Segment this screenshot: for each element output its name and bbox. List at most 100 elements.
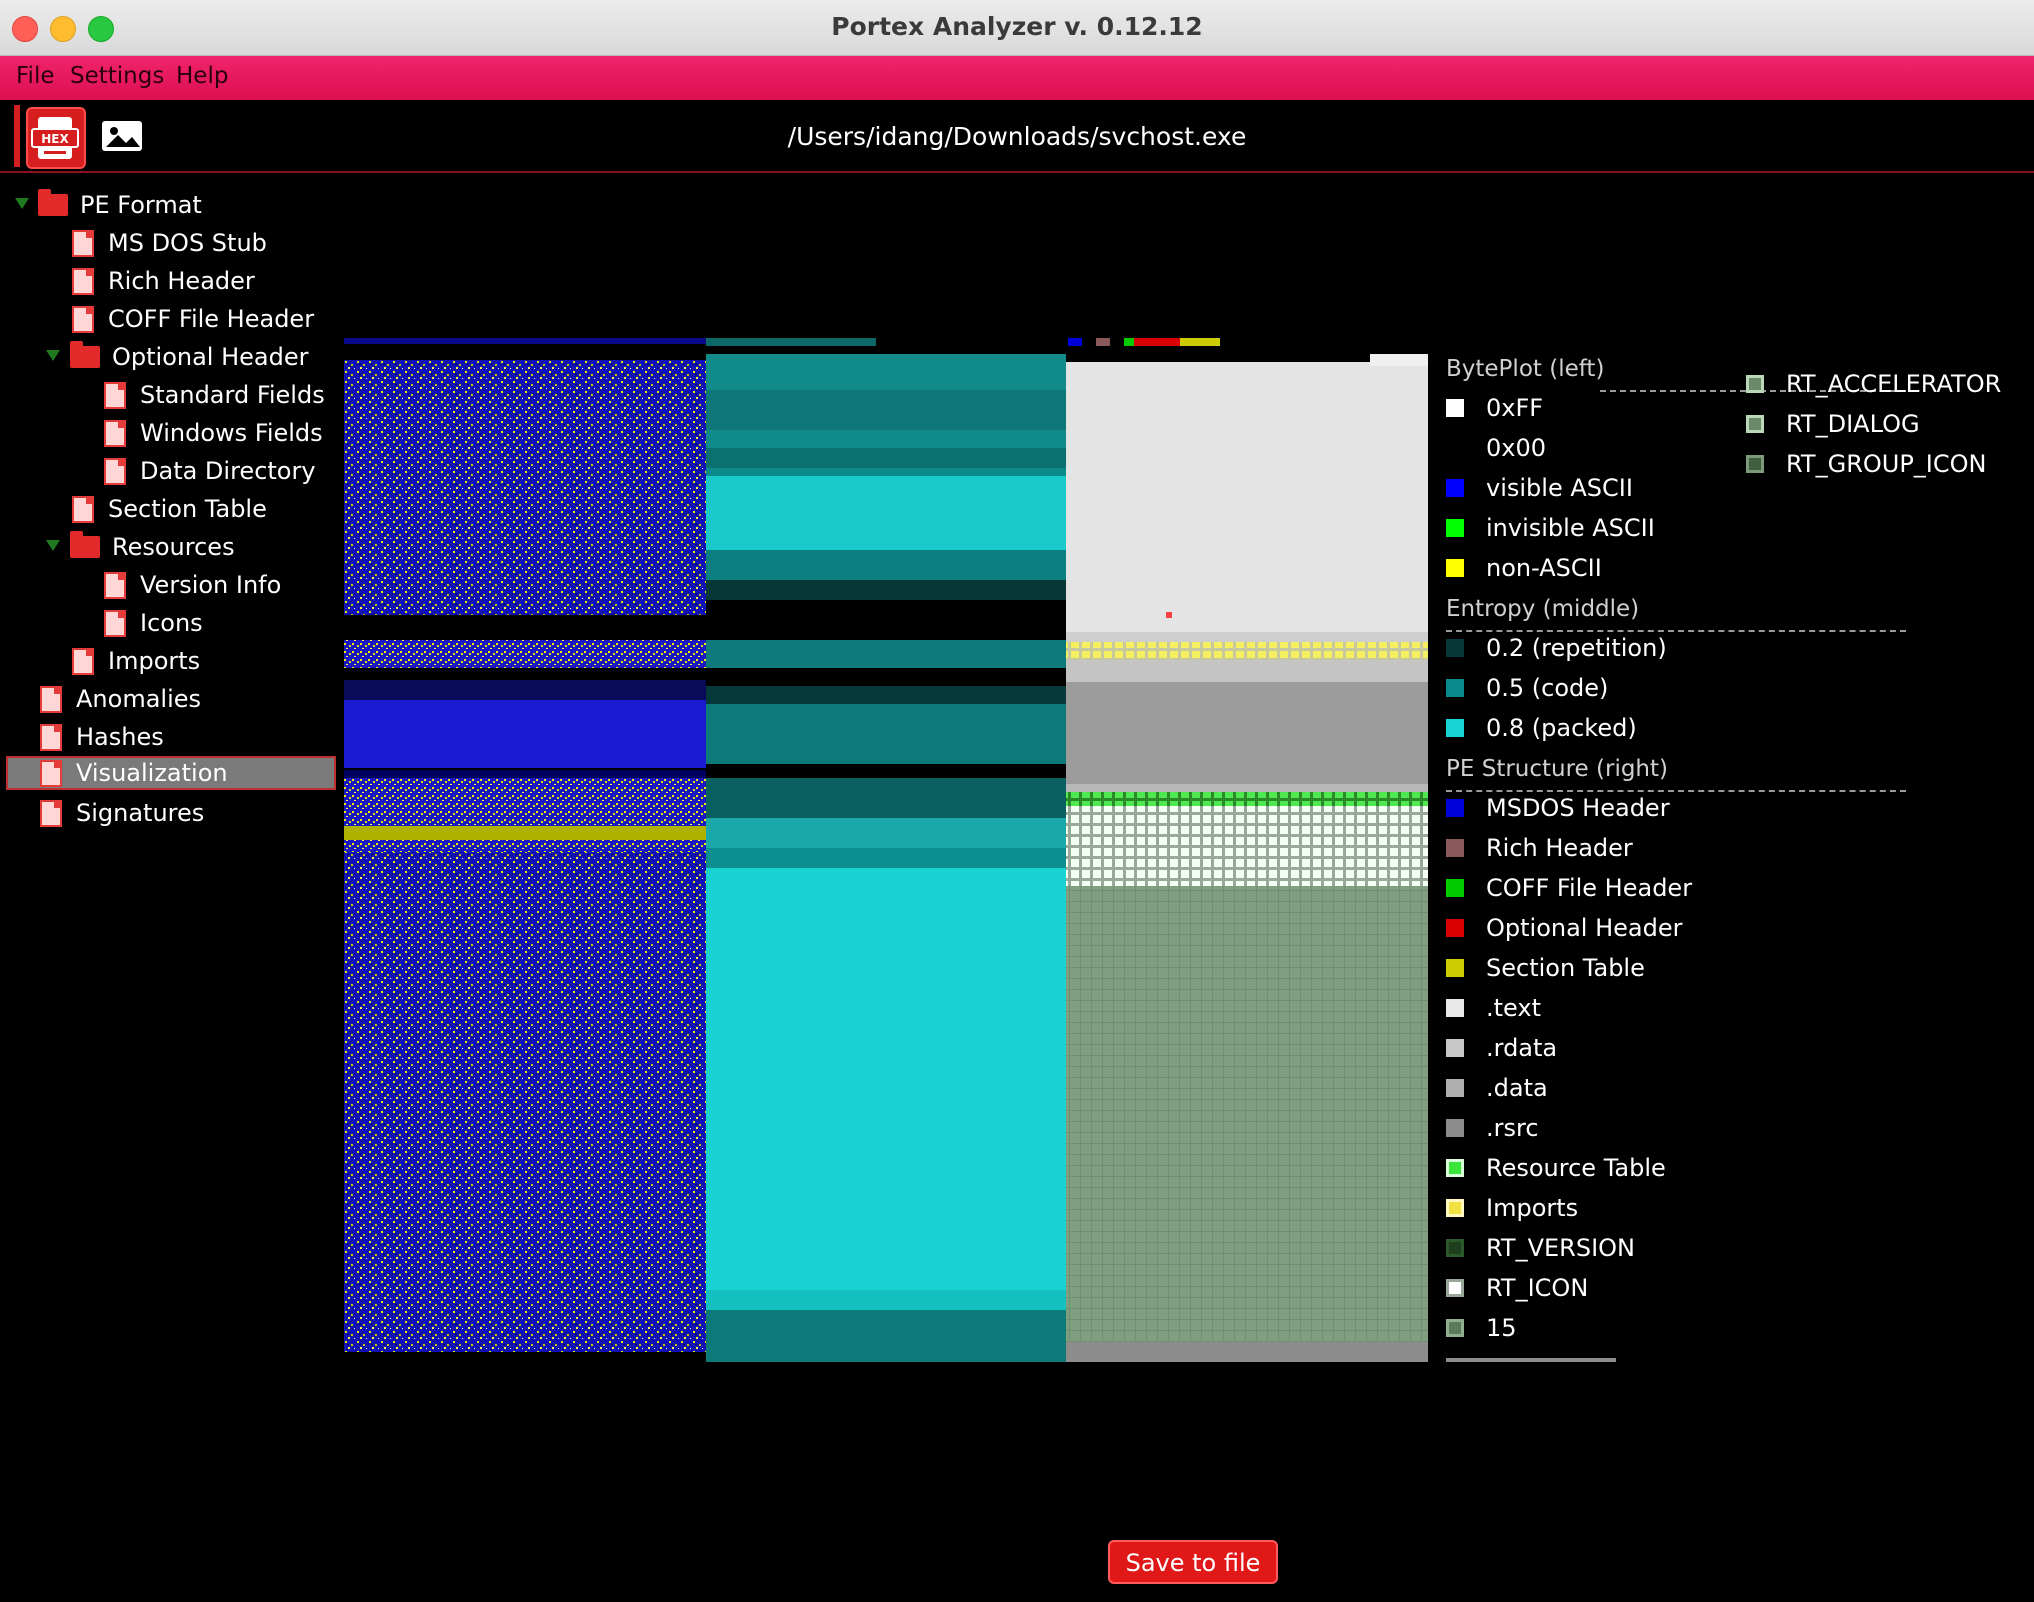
expand-toggle-icon[interactable] [46, 350, 60, 361]
tree-item-ms-dos-stub[interactable]: MS DOS Stub [72, 226, 267, 260]
tree-item-anomalies[interactable]: Anomalies [40, 682, 201, 716]
legend-swatch [1446, 1039, 1464, 1057]
legend-item: visible ASCII [1446, 472, 1633, 504]
title-bar: Portex Analyzer v. 0.12.12 [0, 0, 2034, 56]
tree-item-label: Version Info [140, 571, 282, 599]
legend-label: 0x00 [1486, 434, 1547, 462]
legend-item: 0xFF [1446, 392, 1543, 424]
legend-overflow-row [1446, 1358, 1616, 1362]
legend-item: 0x00 [1446, 432, 1546, 464]
legend-swatch [1446, 839, 1464, 857]
legend-swatch [1446, 479, 1464, 497]
tree-item-standard-fields[interactable]: Standard Fields [104, 378, 325, 412]
tree-item-visualization[interactable]: Visualization [6, 756, 336, 790]
expand-toggle-icon[interactable] [15, 198, 29, 209]
legend-swatch [1446, 959, 1464, 977]
legend-item: 0.8 (packed) [1446, 712, 1637, 744]
document-icon [72, 647, 94, 675]
tree-item-pe-format[interactable]: PE Format [38, 188, 202, 222]
menu-bar: File Settings Help [0, 56, 2034, 100]
legend-item: Optional Header [1446, 912, 1683, 944]
document-icon [40, 685, 62, 713]
document-icon [72, 495, 94, 523]
legend-item: Resource Table [1446, 1152, 1666, 1184]
tree-item-optional-header[interactable]: Optional Header [70, 340, 309, 374]
tree-item-rich-header[interactable]: Rich Header [72, 264, 255, 298]
legend-label: 0.2 (repetition) [1486, 634, 1667, 662]
tree-item-signatures[interactable]: Signatures [40, 796, 204, 830]
legend-item: Rich Header [1446, 832, 1633, 864]
legend-swatch [1446, 1159, 1464, 1177]
legend-label: Section Table [1486, 954, 1645, 982]
legend-swatch [1446, 999, 1464, 1017]
document-icon [40, 759, 62, 787]
tree-item-resources[interactable]: Resources [70, 530, 235, 564]
legend-item: .rsrc [1446, 1112, 1539, 1144]
legend-label: .text [1486, 994, 1541, 1022]
document-icon [72, 267, 94, 295]
legend-swatch [1446, 439, 1464, 457]
legend-item: RT_DIALOG [1746, 408, 1920, 440]
tree-item-windows-fields[interactable]: Windows Fields [104, 416, 323, 450]
legend-item: Section Table [1446, 952, 1645, 984]
legend-label: RT_ICON [1486, 1274, 1589, 1302]
menu-settings[interactable]: Settings [70, 63, 164, 89]
legend-label: .rsrc [1486, 1114, 1539, 1142]
tree-item-data-directory[interactable]: Data Directory [104, 454, 316, 488]
legend-swatch [1446, 719, 1464, 737]
tree-item-label: Rich Header [108, 267, 255, 295]
legend-label: Optional Header [1486, 914, 1683, 942]
tree-item-coff-file-header[interactable]: COFF File Header [72, 302, 314, 336]
folder-open-icon [70, 341, 100, 368]
file-path: /Users/idang/Downloads/svchost.exe [787, 122, 1247, 151]
legend-swatch [1746, 415, 1764, 433]
legend-swatch [1446, 639, 1464, 657]
legend-swatch [1446, 519, 1464, 537]
tree-item-label: Section Table [108, 495, 267, 523]
tree-item-section-table[interactable]: Section Table [72, 492, 267, 526]
legend-label: visible ASCII [1486, 474, 1633, 502]
legend-swatch [1446, 559, 1464, 577]
legend-item: 0.5 (code) [1446, 672, 1608, 704]
legend-entropy-title: Entropy (middle) [1446, 596, 1640, 622]
document-icon [104, 609, 126, 637]
tree-item-label: Data Directory [140, 457, 316, 485]
menu-file[interactable]: File [16, 63, 55, 89]
legend-swatch [1446, 1319, 1464, 1337]
save-to-file-button[interactable]: Save to file [1108, 1540, 1278, 1584]
tree-item-label: MS DOS Stub [108, 229, 267, 257]
document-icon [104, 419, 126, 447]
tree-item-imports[interactable]: Imports [72, 644, 200, 678]
window-title: Portex Analyzer v. 0.12.12 [831, 12, 1203, 41]
legend-item: RT_ACCELERATOR [1746, 368, 2001, 400]
legend-label: non-ASCII [1486, 554, 1602, 582]
tree-item-version-info[interactable]: Version Info [104, 568, 281, 602]
legend-item: Imports [1446, 1192, 1578, 1224]
legend-label: RT_GROUP_ICON [1786, 450, 1987, 478]
legend-swatch [1446, 919, 1464, 937]
legend-swatch [1446, 1079, 1464, 1097]
legend-swatch [1446, 1199, 1464, 1217]
document-icon [72, 229, 94, 257]
legend-swatch [1446, 879, 1464, 897]
tree-item-icons[interactable]: Icons [104, 606, 203, 640]
legend-item: .data [1446, 1072, 1548, 1104]
legend-item: .rdata [1446, 1032, 1557, 1064]
legend-pe-title: PE Structure (right) [1446, 756, 1669, 782]
legend-item: invisible ASCII [1446, 512, 1655, 544]
legend-item: RT_VERSION [1446, 1232, 1635, 1264]
tree-item-hashes[interactable]: Hashes [40, 720, 164, 754]
tree-item-label: Icons [140, 609, 203, 637]
document-icon [104, 457, 126, 485]
tree-item-label: COFF File Header [108, 305, 315, 333]
legend-swatch [1446, 1119, 1464, 1137]
legend-swatch [1446, 399, 1464, 417]
tree-item-label: PE Format [80, 191, 202, 219]
document-icon [104, 571, 126, 599]
legend-item: RT_ICON [1446, 1272, 1588, 1304]
legend-item: 0.2 (repetition) [1446, 632, 1667, 664]
legend-label: RT_VERSION [1486, 1234, 1636, 1262]
legend-label: Rich Header [1486, 834, 1633, 862]
expand-toggle-icon[interactable] [46, 540, 60, 551]
menu-help[interactable]: Help [176, 63, 228, 89]
